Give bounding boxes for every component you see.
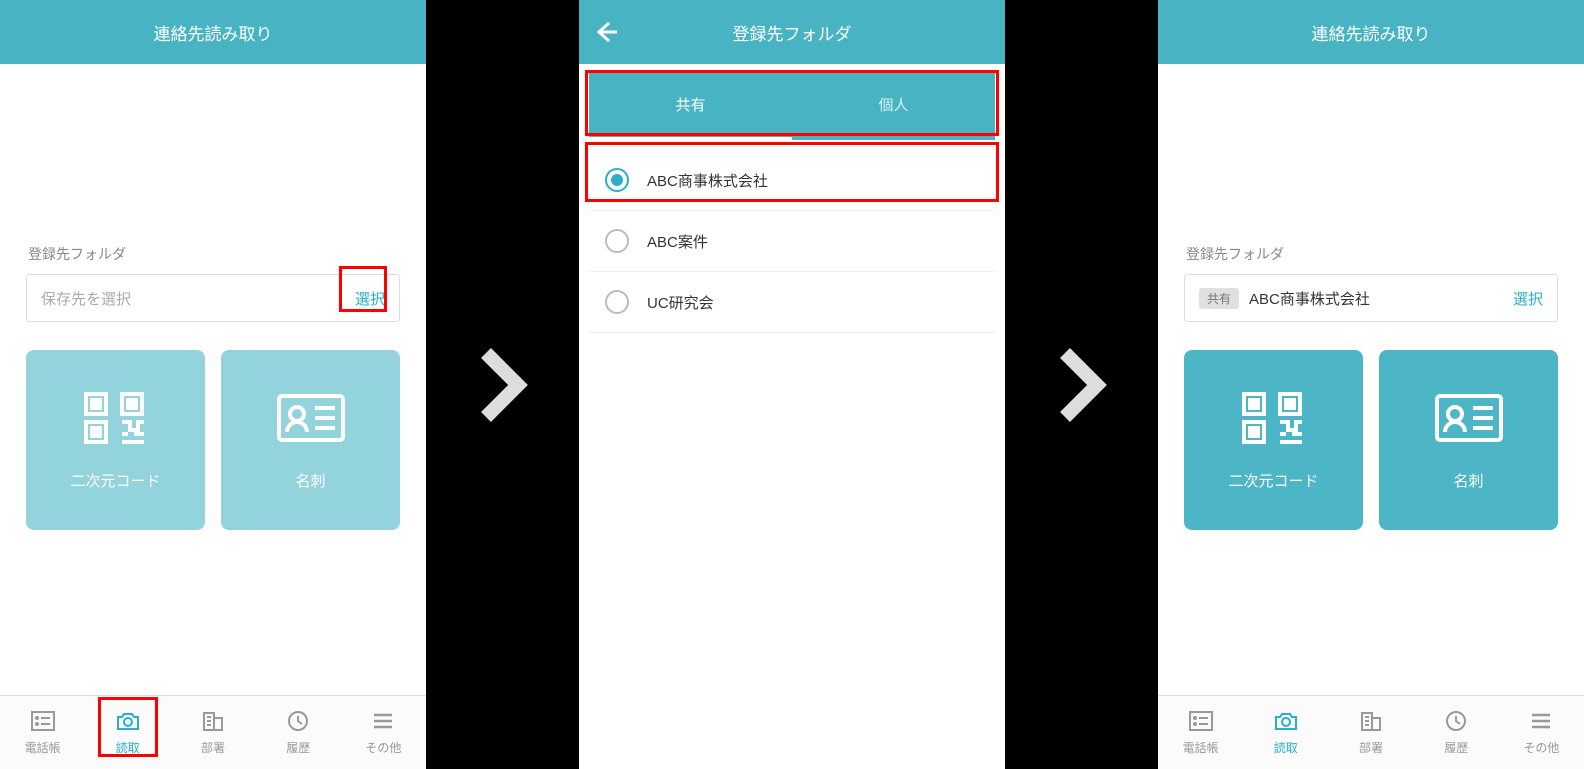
clock-icon xyxy=(1443,710,1469,735)
radio-icon[interactable] xyxy=(605,229,629,253)
nav-label: その他 xyxy=(1523,739,1559,756)
nav-dept[interactable]: 部署 xyxy=(1328,696,1413,769)
qr-icon xyxy=(1238,390,1310,450)
card-tile-label: 名刺 xyxy=(1453,470,1483,491)
camera-icon xyxy=(115,710,141,735)
page-title: 連絡先読み取り xyxy=(154,20,273,45)
folder-item[interactable]: ABC案件 xyxy=(589,211,995,272)
arrow-gap xyxy=(426,0,579,769)
shared-badge: 共有 xyxy=(1199,288,1239,309)
chevron-right-icon xyxy=(478,345,528,425)
nav-label: 履歴 xyxy=(1444,739,1468,756)
list-icon xyxy=(1188,710,1214,735)
qr-tile-label: 二次元コード xyxy=(70,470,160,491)
tab-personal[interactable]: 個人 xyxy=(792,72,995,140)
folder-label: ABC案件 xyxy=(647,231,708,252)
folder-value: ABC商事株式会社 xyxy=(1249,288,1503,309)
scan-tiles: 二次元コード 名刺 xyxy=(0,322,426,530)
content: 登録先フォルダ 保存先を選択 選択 二次元コード xyxy=(0,64,426,695)
folder-section-label: 登録先フォルダ xyxy=(1158,244,1584,274)
select-button[interactable]: 選択 xyxy=(355,288,385,309)
nav-history[interactable]: 履歴 xyxy=(256,696,341,769)
nav-contacts[interactable]: 電話帳 xyxy=(0,696,85,769)
id-card-icon xyxy=(275,390,347,450)
header: 連絡先読み取り xyxy=(0,0,426,64)
qr-tile[interactable]: 二次元コード xyxy=(26,350,205,530)
nav-label: 電話帳 xyxy=(1183,739,1219,756)
folder-label: UC研究会 xyxy=(647,292,714,313)
screen-result: 連絡先読み取り 登録先フォルダ 共有 ABC商事株式会社 選択 二次元コード xyxy=(1158,0,1584,769)
card-tile[interactable]: 名刺 xyxy=(221,350,400,530)
folder-tabs: 共有 個人 xyxy=(589,72,995,140)
radio-icon[interactable] xyxy=(605,290,629,314)
header: 連絡先読み取り xyxy=(1158,0,1584,64)
folder-section-label: 登録先フォルダ xyxy=(0,244,426,274)
folder-item[interactable]: ABC商事株式会社 xyxy=(589,150,995,211)
nav-label: 履歴 xyxy=(286,739,310,756)
nav-history[interactable]: 履歴 xyxy=(1414,696,1499,769)
header: 登録先フォルダ xyxy=(579,0,1005,64)
chevron-right-icon xyxy=(1057,345,1107,425)
qr-tile-label: 二次元コード xyxy=(1228,470,1318,491)
scan-tiles: 二次元コード 名刺 xyxy=(1158,322,1584,530)
nav-contacts[interactable]: 電話帳 xyxy=(1158,696,1243,769)
nav-scan[interactable]: 読取 xyxy=(85,696,170,769)
radio-checked-icon[interactable] xyxy=(605,168,629,192)
arrow-gap xyxy=(1005,0,1158,769)
folder-field[interactable]: 保存先を選択 選択 xyxy=(26,274,400,322)
building-icon xyxy=(1358,710,1384,735)
select-button[interactable]: 選択 xyxy=(1513,288,1543,309)
nav-label: 部署 xyxy=(201,739,225,756)
bottom-nav: 電話帳 読取 部署 履歴 その他 xyxy=(0,695,426,769)
nav-label: 読取 xyxy=(1274,739,1298,756)
nav-label: 部署 xyxy=(1359,739,1383,756)
bottom-nav: 電話帳 読取 部署 履歴 その他 xyxy=(1158,695,1584,769)
nav-other[interactable]: その他 xyxy=(341,696,426,769)
back-button[interactable] xyxy=(593,19,619,45)
folder-placeholder: 保存先を選択 xyxy=(41,288,345,309)
building-icon xyxy=(200,710,226,735)
nav-label: 読取 xyxy=(116,739,140,756)
qr-icon xyxy=(80,390,152,450)
nav-dept[interactable]: 部署 xyxy=(170,696,255,769)
screen-folders: 登録先フォルダ 共有 個人 ABC商事株式会社 ABC案件 UC研究会 xyxy=(579,0,1005,769)
menu-icon xyxy=(1528,710,1554,735)
content: 登録先フォルダ 共有 ABC商事株式会社 選択 二次元コード xyxy=(1158,64,1584,695)
camera-icon xyxy=(1273,710,1299,735)
list-icon xyxy=(30,710,56,735)
nav-label: その他 xyxy=(365,739,401,756)
qr-tile[interactable]: 二次元コード xyxy=(1184,350,1363,530)
id-card-icon xyxy=(1433,390,1505,450)
page-title: 登録先フォルダ xyxy=(733,20,852,45)
folder-list: ABC商事株式会社 ABC案件 UC研究会 xyxy=(579,140,1005,343)
nav-scan[interactable]: 読取 xyxy=(1243,696,1328,769)
screen-scan: 連絡先読み取り 登録先フォルダ 保存先を選択 選択 二次元コード xyxy=(0,0,426,769)
folder-label: ABC商事株式会社 xyxy=(647,170,768,191)
card-tile[interactable]: 名刺 xyxy=(1379,350,1558,530)
tab-shared[interactable]: 共有 xyxy=(589,72,792,140)
folder-item[interactable]: UC研究会 xyxy=(589,272,995,333)
menu-icon xyxy=(370,710,396,735)
content: 共有 個人 ABC商事株式会社 ABC案件 UC研究会 xyxy=(579,64,1005,769)
nav-label: 電話帳 xyxy=(25,739,61,756)
page-title: 連絡先読み取り xyxy=(1312,20,1431,45)
folder-field[interactable]: 共有 ABC商事株式会社 選択 xyxy=(1184,274,1558,322)
card-tile-label: 名刺 xyxy=(295,470,325,491)
nav-other[interactable]: その他 xyxy=(1499,696,1584,769)
clock-icon xyxy=(285,710,311,735)
